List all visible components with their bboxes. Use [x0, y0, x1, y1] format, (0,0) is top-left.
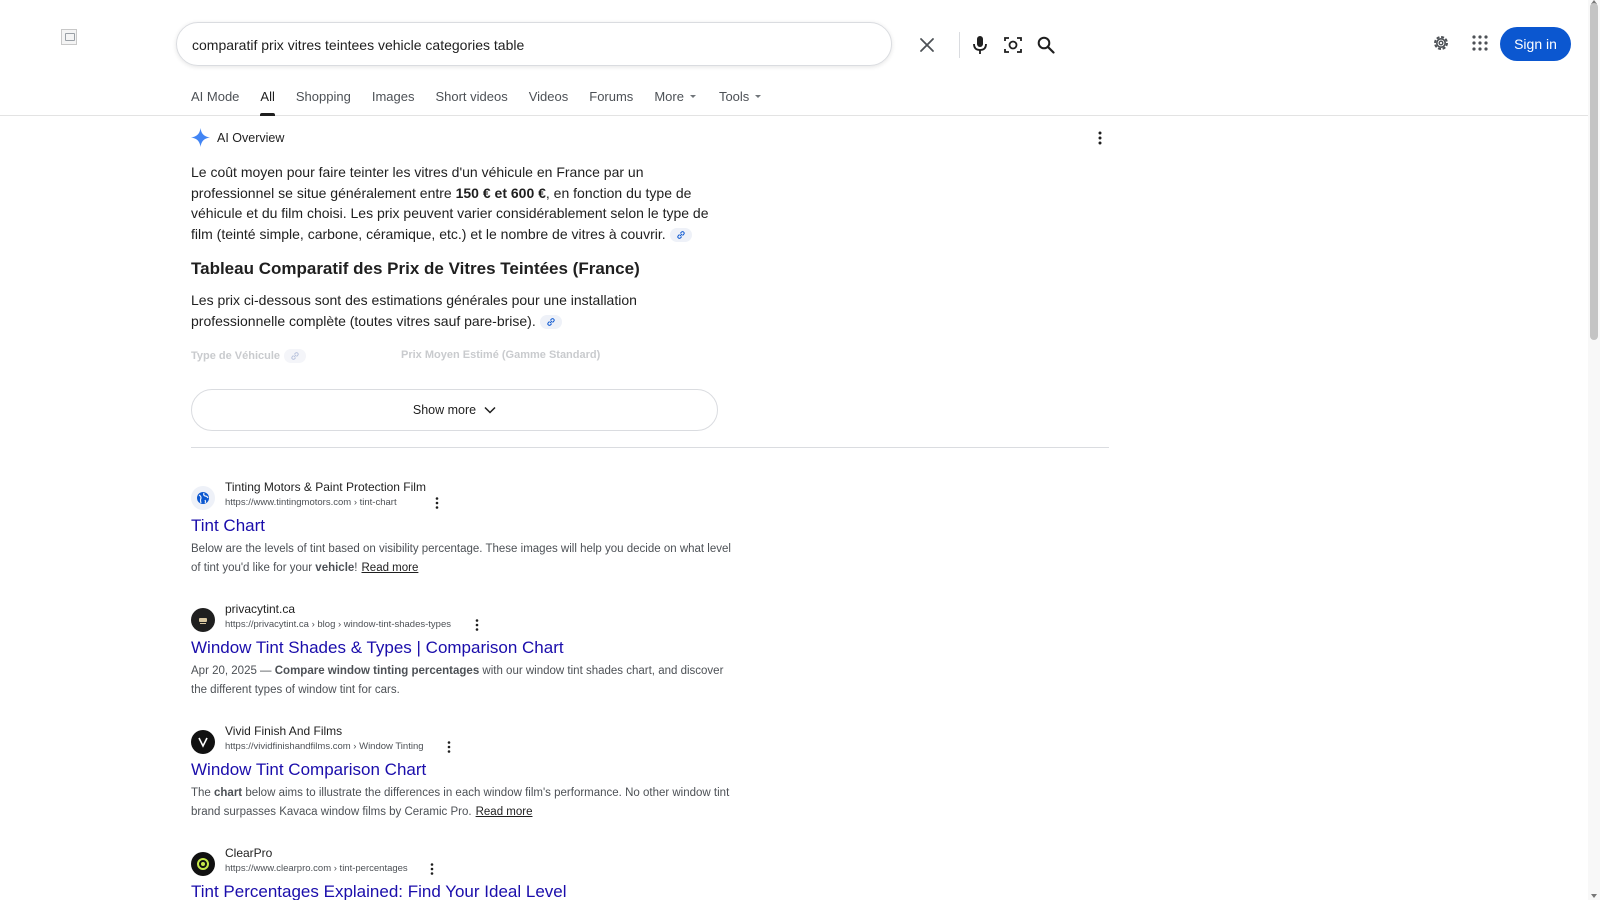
broken-logo-image-icon[interactable]	[61, 29, 77, 45]
clear-icon[interactable]	[915, 33, 939, 57]
faded-table-header: Type de Véhicule Prix Moyen Estimé (Gamm…	[191, 349, 721, 365]
page-scrollbar[interactable]	[1588, 0, 1600, 900]
tab-short-videos[interactable]: Short videos	[435, 89, 507, 116]
citation-link-icon[interactable]	[669, 227, 692, 242]
result-snippet: Apr 20, 2025 — Compare window tinting pe…	[191, 665, 724, 696]
search-input[interactable]	[192, 33, 732, 57]
result-menu-icon[interactable]	[426, 862, 438, 876]
result-title-link[interactable]: Window Tint Shades & Types | Comparison …	[191, 638, 564, 658]
search-box[interactable]	[176, 22, 1055, 66]
ai-overview-header: AI Overview	[191, 128, 284, 147]
privacytint-logo-icon[interactable]	[191, 608, 215, 632]
result-menu-icon[interactable]	[443, 740, 455, 754]
microphone-icon[interactable]	[968, 33, 992, 57]
clearpro-logo-icon[interactable]	[191, 852, 215, 876]
result-url[interactable]: https://privacytint.ca › blog › window-t…	[225, 619, 451, 630]
more-options-icon[interactable]	[1091, 129, 1109, 147]
settings-gear-icon[interactable]	[1429, 31, 1453, 55]
result-title-link[interactable]: Tint Chart	[191, 516, 265, 536]
result-site-name[interactable]: Tinting Motors & Paint Protection Film	[225, 480, 426, 494]
tab-ai-mode[interactable]: AI Mode	[191, 89, 239, 116]
search-tabs: AI Mode All Shopping Images Short videos…	[191, 89, 782, 116]
citation-link-icon[interactable]	[284, 349, 307, 363]
table-header-price: Prix Moyen Estimé (Gamme Standard)	[401, 349, 601, 361]
ai-overview-title: AI Overview	[217, 130, 285, 145]
vivid-logo-icon[interactable]	[191, 730, 215, 754]
result-menu-icon[interactable]	[471, 618, 483, 632]
show-more-button[interactable]: Show more	[191, 389, 718, 431]
result-url[interactable]: https://www.tintingmotors.com › tint-cha…	[225, 497, 397, 508]
result-site-name[interactable]: Vivid Finish And Films	[225, 724, 342, 738]
read-more-link[interactable]: Read more	[476, 806, 533, 818]
tab-videos[interactable]: Videos	[529, 89, 569, 116]
result-snippet: Below are the levels of tint based on vi…	[191, 543, 731, 574]
tab-forums[interactable]: Forums	[589, 89, 633, 116]
globe-icon[interactable]	[191, 486, 215, 510]
table-header-vehicle-type: Type de Véhicule	[191, 349, 307, 363]
chevron-down-icon	[484, 406, 496, 414]
read-more-link[interactable]: Read more	[362, 562, 419, 574]
section-divider	[191, 447, 1109, 448]
search-separator	[959, 32, 960, 58]
search-result: ClearPro https://www.clearpro.com › tint…	[191, 846, 751, 900]
result-snippet: The chart below aims to illustrate the d…	[191, 787, 730, 818]
citation-link-icon[interactable]	[539, 314, 562, 329]
ai-overview-paragraph: Le coût moyen pour faire teinter les vit…	[191, 164, 709, 242]
header: Sign in AI Mode All Shopping Images Shor…	[0, 0, 1590, 116]
result-url[interactable]: https://www.clearpro.com › tint-percenta…	[225, 863, 408, 874]
result-url[interactable]: https://vividfinishandfilms.com › Window…	[225, 741, 424, 752]
tab-shopping[interactable]: Shopping	[296, 89, 351, 116]
result-title-link[interactable]: Tint Percentages Explained: Find Your Id…	[191, 882, 567, 900]
search-result: Tinting Motors & Paint Protection Film h…	[191, 480, 751, 580]
search-result: Vivid Finish And Films https://vividfini…	[191, 724, 751, 824]
tab-tools[interactable]: Tools	[719, 89, 762, 116]
result-title-link[interactable]: Window Tint Comparison Chart	[191, 760, 426, 780]
search-result: privacytint.ca https://privacytint.ca › …	[191, 602, 751, 702]
ai-overview-heading: Tableau Comparatif des Prix de Vitres Te…	[191, 259, 640, 278]
tab-all[interactable]: All	[260, 89, 276, 116]
ai-overview-paragraph-2: Les prix ci-dessous sont des estimations…	[191, 292, 637, 329]
apps-grid-icon[interactable]	[1468, 31, 1492, 55]
caret-down-icon	[755, 95, 762, 98]
caret-down-icon	[689, 95, 696, 98]
tab-more[interactable]: More	[654, 89, 696, 116]
result-menu-icon[interactable]	[431, 496, 443, 510]
sparkle-icon	[191, 128, 210, 147]
tab-images[interactable]: Images	[372, 89, 415, 116]
scroll-thumb[interactable]	[1590, 3, 1598, 340]
result-site-name[interactable]: privacytint.ca	[225, 602, 295, 616]
search-icon[interactable]	[1034, 33, 1058, 57]
sign-in-button[interactable]: Sign in	[1500, 27, 1571, 61]
result-site-name[interactable]: ClearPro	[225, 846, 272, 860]
scroll-down-arrow-icon[interactable]	[1591, 894, 1597, 898]
camera-lens-icon[interactable]	[1001, 33, 1025, 57]
